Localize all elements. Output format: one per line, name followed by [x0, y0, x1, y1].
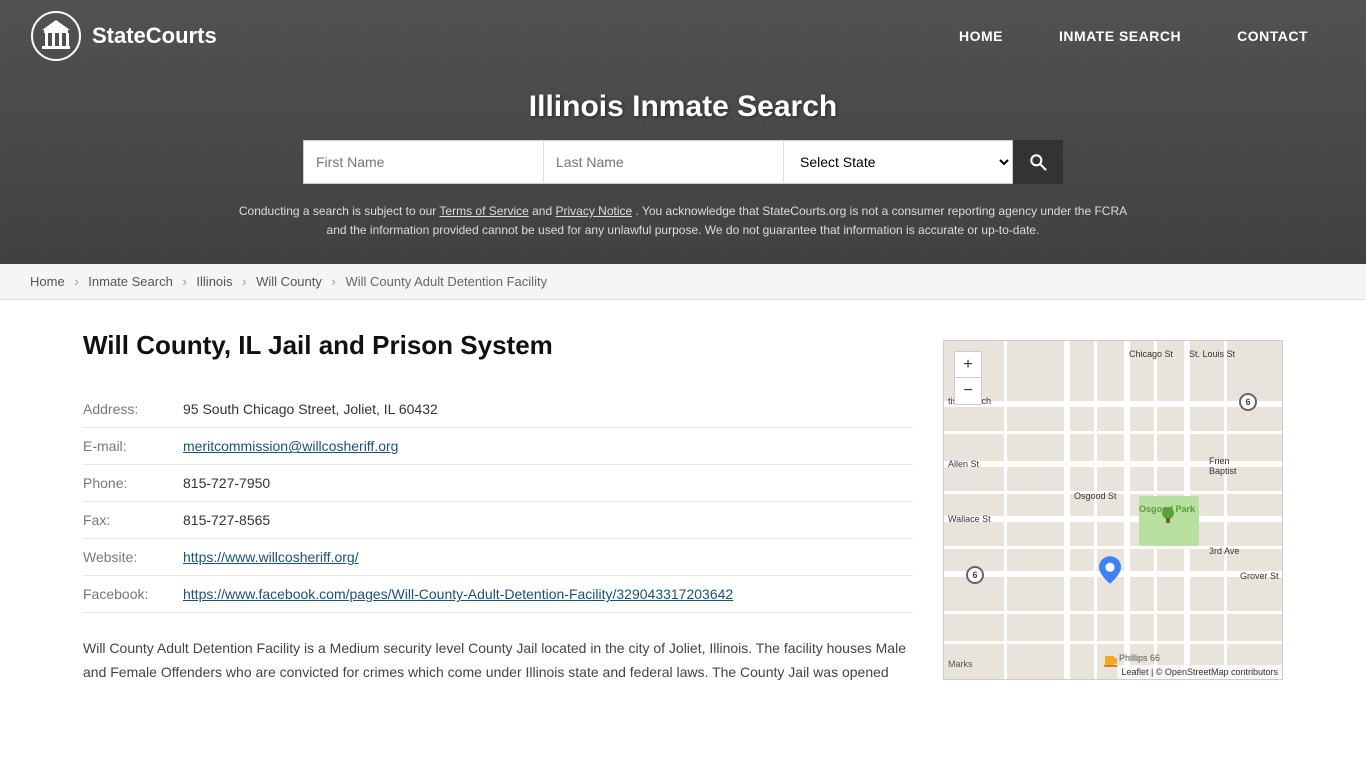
logo-icon: [30, 10, 82, 62]
fax-value: 815-727-8565: [183, 502, 913, 539]
map-attribution: Leaflet | © OpenStreetMap contributors: [1117, 665, 1282, 679]
website-value: https://www.willcosheriff.org/: [183, 539, 913, 576]
map-section: Chicago St St. Louis St Allen St Wallace…: [943, 340, 1283, 685]
map-road-thin-v4: [1224, 341, 1227, 679]
map-background: [944, 341, 1282, 679]
map-road-v2: [1124, 341, 1130, 679]
breadcrumb-sep-3: ›: [242, 274, 246, 289]
map-label-phillips: Phillips 66: [1119, 653, 1160, 663]
nav-inmate-search[interactable]: INMATE SEARCH: [1031, 18, 1209, 54]
map-zoom-in-button[interactable]: +: [955, 352, 981, 378]
search-bar: Select State AlabamaAlaskaArizona Arkans…: [30, 140, 1336, 184]
nav-contact[interactable]: CONTACT: [1209, 18, 1336, 54]
facebook-row: Facebook: https://www.facebook.com/pages…: [83, 576, 913, 613]
disclaimer-between: and: [532, 204, 555, 218]
fax-row: Fax: 815-727-8565: [83, 502, 913, 539]
breadcrumb-sep-1: ›: [74, 274, 78, 289]
breadcrumb-sep-2: ›: [182, 274, 186, 289]
map-road-thin-h1: [944, 431, 1282, 434]
facility-info-table: Address: 95 South Chicago Street, Joliet…: [83, 391, 913, 613]
disclaimer-text: Conducting a search is subject to our Te…: [233, 196, 1133, 254]
map-label-allen-st: Allen St: [948, 459, 979, 469]
email-label: E-mail:: [83, 428, 183, 465]
website-label: Website:: [83, 539, 183, 576]
search-button[interactable]: [1013, 140, 1063, 184]
map-zoom-controls: + −: [954, 351, 982, 405]
map-road-h1: [944, 401, 1282, 407]
address-row: Address: 95 South Chicago Street, Joliet…: [83, 391, 913, 428]
address-value: 95 South Chicago Street, Joliet, IL 6043…: [183, 391, 913, 428]
fax-label: Fax:: [83, 502, 183, 539]
phone-value: 815-727-7950: [183, 465, 913, 502]
phone-row: Phone: 815-727-7950: [83, 465, 913, 502]
map-road-v1: [1064, 341, 1070, 679]
breadcrumb-county[interactable]: Will County: [256, 274, 322, 289]
map-road-thin-v2: [1094, 341, 1097, 679]
search-icon: [1028, 152, 1048, 172]
breadcrumb: Home › Inmate Search › Illinois › Will C…: [0, 264, 1366, 300]
map-road-thin-v1: [1004, 341, 1007, 679]
breadcrumb-home[interactable]: Home: [30, 274, 65, 289]
facebook-label: Facebook:: [83, 576, 183, 613]
nav-home[interactable]: HOME: [931, 18, 1031, 54]
map-location-pin: [1099, 556, 1121, 584]
breadcrumb-facility: Will County Adult Detention Facility: [345, 274, 547, 289]
map-label-osgood-st: Osgood St: [1074, 491, 1117, 501]
privacy-notice-link[interactable]: Privacy Notice: [555, 204, 632, 218]
hero-section: Illinois Inmate Search Select State Alab…: [0, 72, 1366, 264]
map-container[interactable]: Chicago St St. Louis St Allen St Wallace…: [943, 340, 1283, 680]
map-zoom-out-button[interactable]: −: [955, 378, 981, 404]
email-link[interactable]: meritcommission@willcosheriff.org: [183, 438, 398, 454]
email-value: meritcommission@willcosheriff.org: [183, 428, 913, 465]
state-select[interactable]: Select State AlabamaAlaskaArizona Arkans…: [783, 140, 1013, 184]
map-label-grover-st: Grover St: [1240, 571, 1279, 581]
breadcrumb-inmate-search[interactable]: Inmate Search: [88, 274, 173, 289]
logo-area[interactable]: StateCourts: [30, 10, 217, 62]
map-road-h3: [944, 516, 1282, 522]
map-road-thin-h4: [944, 611, 1282, 614]
disclaimer-before: Conducting a search is subject to our: [239, 204, 440, 218]
site-header: StateCourts HOME INMATE SEARCH CONTACT I…: [0, 0, 1366, 264]
logo-text: StateCourts: [92, 23, 217, 49]
map-road-thin-h5: [944, 641, 1282, 644]
email-row: E-mail: meritcommission@willcosheriff.or…: [83, 428, 913, 465]
website-link[interactable]: https://www.willcosheriff.org/: [183, 549, 359, 565]
page-title: Illinois Inmate Search: [30, 90, 1336, 124]
first-name-input[interactable]: [303, 140, 543, 184]
main-content: Will County, IL Jail and Prison System A…: [43, 300, 1323, 715]
map-label-baptist: FrienBaptist: [1209, 456, 1237, 476]
terms-of-service-link[interactable]: Terms of Service: [439, 204, 528, 218]
map-label-chicago-st: Chicago St: [1129, 349, 1173, 359]
map-label-stlouis-st: St. Louis St: [1189, 349, 1235, 359]
facility-heading: Will County, IL Jail and Prison System: [83, 330, 913, 361]
header-top-bar: StateCourts HOME INMATE SEARCH CONTACT: [0, 0, 1366, 72]
map-label-3rd-ave: 3rd Ave: [1209, 546, 1239, 556]
breadcrumb-state[interactable]: Illinois: [196, 274, 232, 289]
address-label: Address:: [83, 391, 183, 428]
main-nav: HOME INMATE SEARCH CONTACT: [931, 18, 1336, 54]
map-label-osgood-park: Osgood Park: [1139, 504, 1195, 514]
phone-label: Phone:: [83, 465, 183, 502]
map-label-marks: Marks: [948, 659, 973, 669]
map-label-wallace-st: Wallace St: [948, 514, 991, 524]
facebook-value: https://www.facebook.com/pages/Will-Coun…: [183, 576, 913, 613]
breadcrumb-sep-4: ›: [332, 274, 336, 289]
facebook-link[interactable]: https://www.facebook.com/pages/Will-Coun…: [183, 586, 733, 602]
facility-description: Will County Adult Detention Facility is …: [83, 637, 913, 685]
last-name-input[interactable]: [543, 140, 783, 184]
map-gas-station: [1104, 653, 1118, 670]
website-row: Website: https://www.willcosheriff.org/: [83, 539, 913, 576]
info-section: Will County, IL Jail and Prison System A…: [83, 330, 913, 685]
